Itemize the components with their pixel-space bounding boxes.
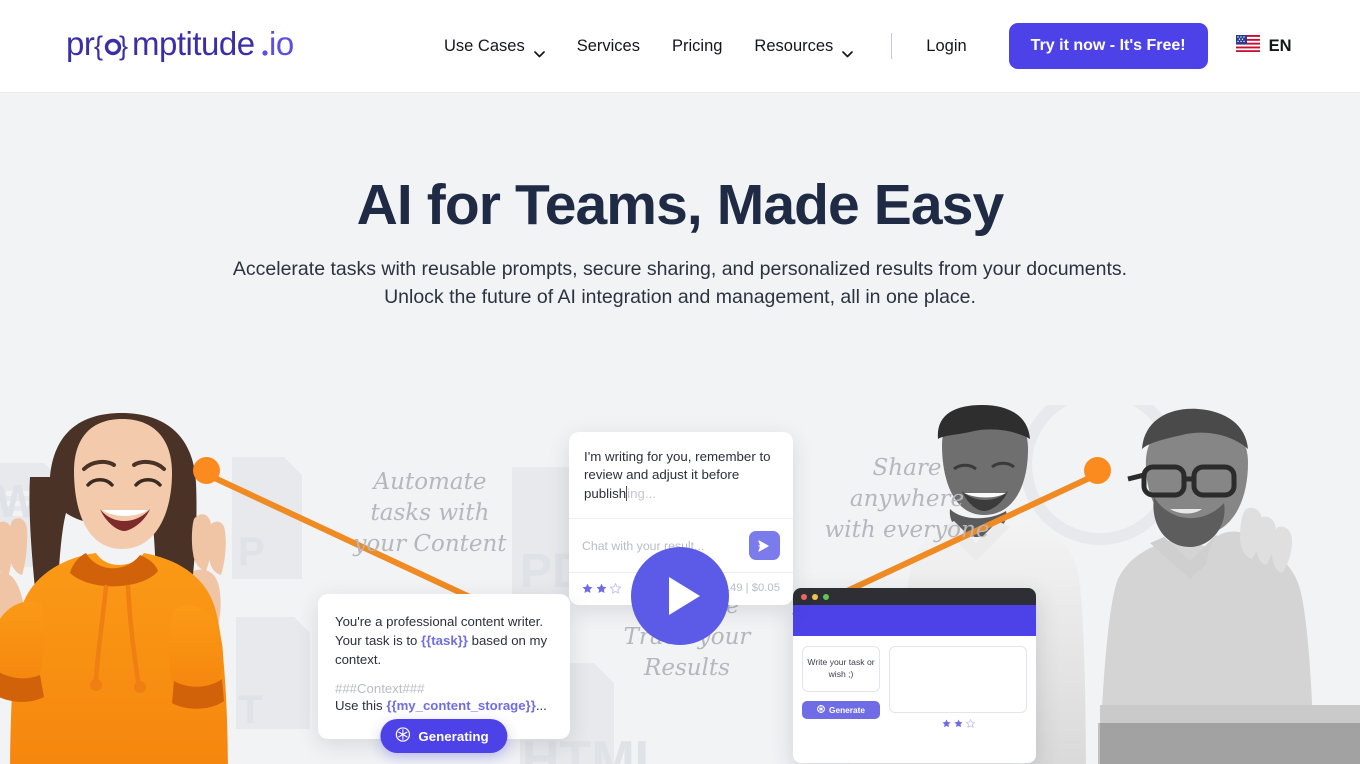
nav-divider <box>891 33 893 59</box>
prompt-text: You're a professional content writer. Yo… <box>335 612 553 669</box>
login-link[interactable]: Login <box>914 31 978 62</box>
prompt-context-label: ###Context### <box>335 681 425 696</box>
svg-text:pr: pr <box>66 27 95 62</box>
site-header: pr { } mptitude io Use Cases Services Pr… <box>0 0 1360 93</box>
play-video-button[interactable] <box>631 547 729 645</box>
star-empty-icon <box>610 582 621 594</box>
main-navigation: Use Cases Services Pricing Resources Log… <box>428 23 1292 69</box>
hero-illustration: W P PDF T HTML Automate tasks with your … <box>0 405 1360 764</box>
nav-item-label: Resources <box>754 36 834 55</box>
openai-icon <box>817 705 825 715</box>
us-flag-icon <box>1235 35 1260 57</box>
star-filled-icon <box>941 719 951 728</box>
connector-dot-right <box>1084 457 1111 484</box>
nav-item-use-cases[interactable]: Use Cases <box>428 31 561 62</box>
prompt-variable-task: {{task}} <box>421 633 468 648</box>
prompt-template-card: You're a professional content writer. Yo… <box>318 594 570 753</box>
nav-item-label: Pricing <box>671 36 723 55</box>
traffic-light-close[interactable] <box>801 593 807 600</box>
photo-woman-orange-hoodie <box>0 405 278 764</box>
svg-text:mptitude: mptitude <box>132 27 255 62</box>
try-it-now-button[interactable]: Try it now - It's Free! <box>1008 23 1208 69</box>
prompt-line2-post: ... <box>535 698 547 713</box>
chat-message-ghost: ing... <box>627 485 656 501</box>
logo-wordmark-icon: pr { } mptitude io <box>66 27 294 62</box>
svg-text:io: io <box>269 27 294 62</box>
hero-section: AI for Teams, Made Easy Accelerate tasks… <box>0 93 1360 764</box>
star-filled-icon <box>953 719 963 728</box>
app-browser-mockup: Write your task or wish ;) Generate <box>793 588 1036 763</box>
task-input-box[interactable]: Write your task or wish ;) <box>802 646 880 692</box>
generating-button-label: Generating <box>418 728 489 744</box>
prompt-line2-pre: Use this <box>335 698 387 713</box>
openai-icon <box>395 727 411 745</box>
rating-stars[interactable] <box>582 582 621 594</box>
traffic-light-maximize[interactable] <box>823 593 829 600</box>
send-icon[interactable] <box>749 531 780 561</box>
chat-message-typed: I'm writing for you, remember to review … <box>584 449 771 501</box>
app-hero-bar <box>793 605 1036 636</box>
nav-item-services[interactable]: Services <box>561 31 656 62</box>
svg-text:}: } <box>119 31 128 61</box>
connector-dot-left <box>193 457 220 484</box>
nav-item-resources[interactable]: Resources <box>738 31 869 62</box>
svg-text:{: { <box>94 31 103 61</box>
app-right-panel <box>889 646 1027 728</box>
nav-item-label: Services <box>576 36 640 55</box>
result-rating-stars[interactable] <box>889 719 1027 728</box>
play-icon <box>669 577 700 615</box>
chat-message: I'm writing for you, remember to review … <box>569 432 793 520</box>
app-left-panel: Write your task or wish ;) Generate <box>802 646 880 728</box>
prompt-context-text: Use this {{my_content_storage}}... <box>335 696 553 715</box>
language-selector[interactable]: EN <box>1235 35 1292 57</box>
hero-subtitle-line-1: Accelerate tasks with reusable prompts, … <box>232 257 1128 280</box>
result-output-box <box>889 646 1027 713</box>
star-empty-icon <box>965 719 975 728</box>
traffic-light-minimize[interactable] <box>812 593 818 600</box>
nav-item-pricing[interactable]: Pricing <box>656 31 738 62</box>
generate-button[interactable]: Generate <box>802 701 880 719</box>
chat-usage-meta: 149 | $0.05 <box>723 582 780 595</box>
chevron-down-icon <box>533 44 545 57</box>
language-code: EN <box>1268 36 1292 55</box>
prompt-variable-storage: {{my_content_storage}} <box>386 698 536 713</box>
nav-item-label: Use Cases <box>444 36 525 55</box>
logo-promptitude[interactable]: pr { } mptitude io <box>66 26 294 66</box>
app-body: Write your task or wish ;) Generate <box>793 636 1036 738</box>
star-filled-icon <box>582 583 593 593</box>
hero-subtitle: Accelerate tasks with reusable prompts, … <box>0 255 1360 312</box>
hero-subtitle-line-2: Unlock the future of AI integration and … <box>384 286 976 309</box>
handwriting-right: Share anywhere with everyone <box>824 455 990 543</box>
browser-title-bar <box>793 588 1036 605</box>
chevron-down-icon <box>842 44 854 57</box>
generate-button-label: Generate <box>829 705 865 715</box>
handwriting-left: Automate tasks with your Content <box>353 469 507 557</box>
star-filled-icon <box>596 583 607 593</box>
generating-button[interactable]: Generating <box>380 719 508 753</box>
page-title: AI for Teams, Made Easy <box>356 173 1005 237</box>
